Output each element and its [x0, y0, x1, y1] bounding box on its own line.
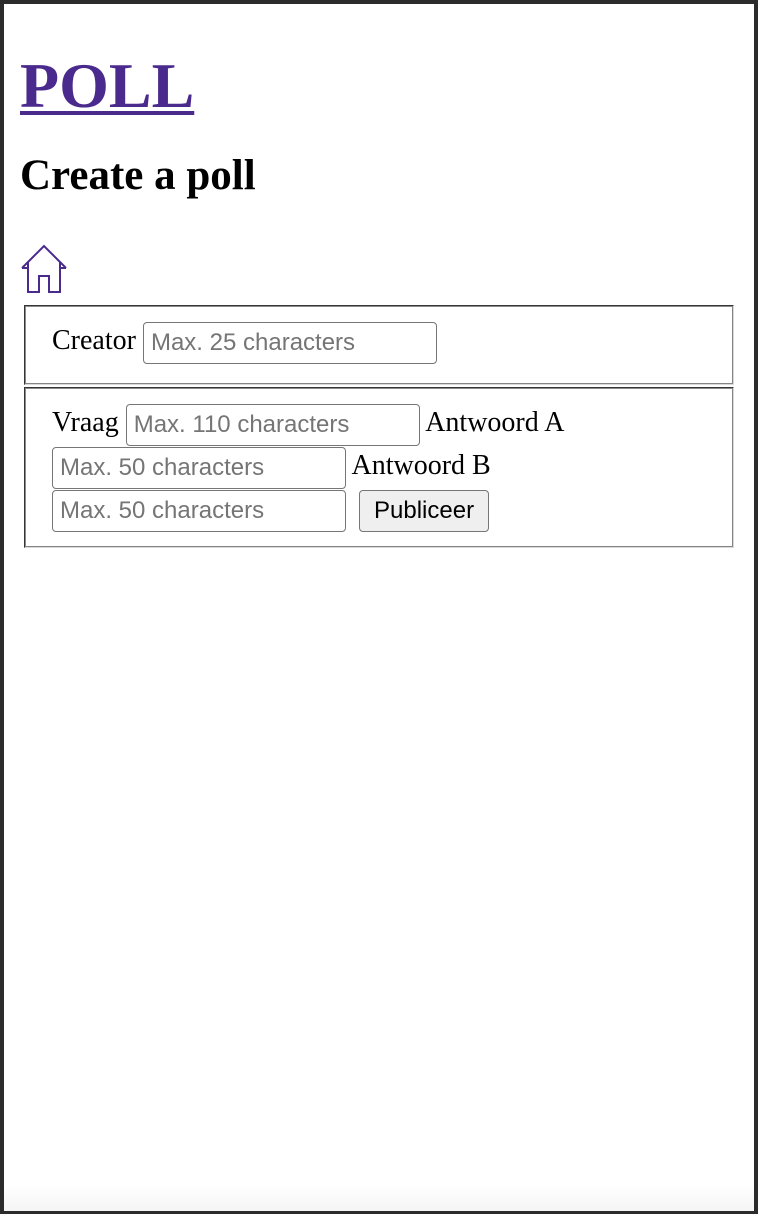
answer-a-row: Antwoord B	[52, 444, 708, 489]
question-label: Vraag	[52, 407, 119, 438]
home-icon	[21, 244, 67, 293]
answer-b-row: Publiceer	[52, 487, 708, 532]
creator-input[interactable]	[142, 321, 437, 364]
page-title: Create a poll	[20, 152, 256, 199]
creator-fieldset: Creator	[24, 305, 734, 385]
question-fieldset: Vraag Antwoord A Antwoord B Publiceer	[24, 387, 734, 548]
question-input[interactable]	[125, 403, 420, 446]
answer-a-input[interactable]	[52, 446, 346, 489]
answer-b-label: Antwoord B	[351, 450, 491, 481]
creator-label: Creator	[52, 325, 136, 356]
page: POLL Create a poll Creator Vraag Antwoor…	[4, 46, 754, 548]
site-title: POLL	[20, 46, 738, 126]
home-link[interactable]	[20, 244, 68, 294]
create-poll-form: Creator Vraag Antwoord A Antwoord B Publ…	[20, 305, 738, 548]
question-row: Vraag Antwoord A	[52, 401, 708, 446]
bottom-strip	[4, 1185, 754, 1211]
answer-b-input[interactable]	[52, 489, 346, 532]
site-title-link[interactable]: POLL	[20, 50, 194, 121]
answer-a-label: Antwoord A	[425, 407, 565, 438]
publish-button[interactable]: Publiceer	[359, 489, 490, 532]
